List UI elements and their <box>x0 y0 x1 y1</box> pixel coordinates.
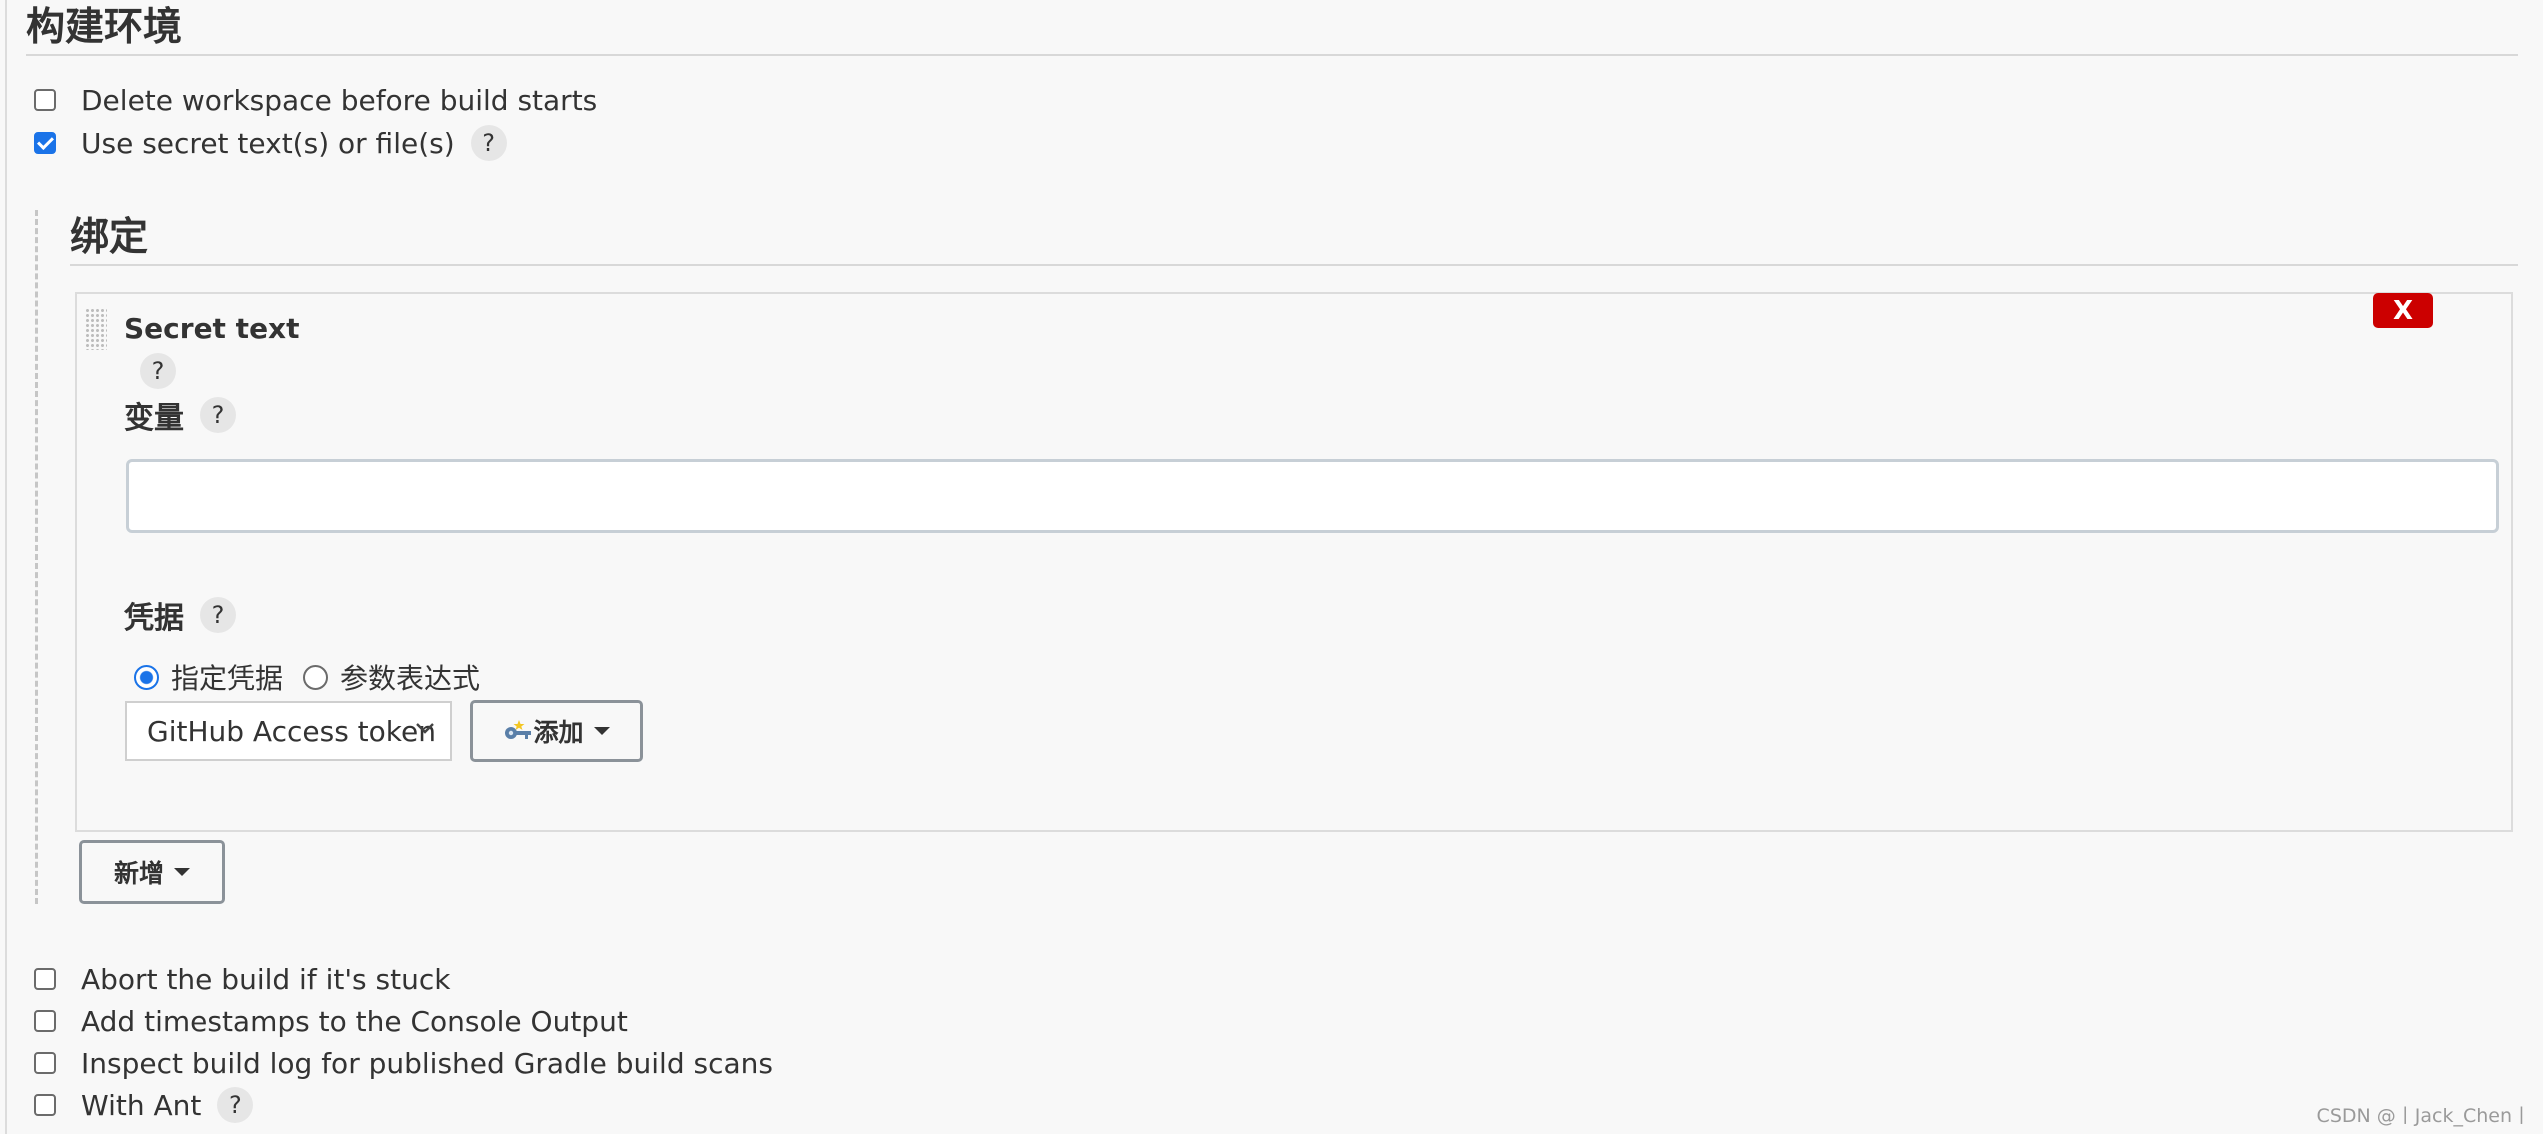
new-binding-button[interactable]: 新增 <box>79 840 225 904</box>
variable-input[interactable] <box>126 459 2499 533</box>
help-icon[interactable]: ? <box>140 353 176 389</box>
checkbox-timestamps[interactable] <box>34 1010 56 1032</box>
credentials-label: 凭据 <box>124 601 184 636</box>
delete-binding-button[interactable]: X <box>2373 293 2433 328</box>
bindings-divider <box>70 264 2518 266</box>
credential-select[interactable]: GitHub Access token <box>125 701 452 761</box>
bindings-indent-marker <box>35 210 38 904</box>
checkbox-with-ant[interactable] <box>34 1094 56 1116</box>
radio-label[interactable]: 指定凭据 <box>171 657 283 697</box>
section-divider <box>26 54 2518 56</box>
option-timestamps[interactable]: Add timestamps to the Console Output <box>34 1001 628 1041</box>
option-use-secret[interactable]: Use secret text(s) or file(s) ? <box>34 123 507 163</box>
variable-label-row: 变量 ? <box>124 393 236 437</box>
option-label: Inspect build log for published Gradle b… <box>81 1046 773 1080</box>
option-label: Delete workspace before build starts <box>81 83 598 117</box>
radio-specific-credential[interactable] <box>134 664 159 690</box>
option-label: With Ant <box>81 1088 202 1122</box>
help-icon[interactable]: ? <box>200 597 236 633</box>
option-with-ant[interactable]: With Ant ? <box>34 1085 254 1125</box>
new-binding-label: 新增 <box>113 859 164 888</box>
caret-down-icon <box>174 868 190 876</box>
binding-item-title: Secret text <box>124 312 300 345</box>
option-label: Add timestamps to the Console Output <box>81 1004 628 1038</box>
variable-label: 变量 <box>124 401 184 436</box>
help-icon[interactable]: ? <box>217 1087 254 1123</box>
help-icon[interactable]: ? <box>470 125 507 161</box>
radio-parameter-expression[interactable] <box>303 664 329 690</box>
drag-handle-icon[interactable] <box>85 308 107 350</box>
bindings-title: 绑定 <box>70 215 149 260</box>
option-label: Abort the build if it's stuck <box>81 962 451 996</box>
key-icon <box>505 720 532 739</box>
credential-select-value: GitHub Access token <box>147 714 436 748</box>
checkbox-use-secret[interactable] <box>34 132 56 154</box>
add-credential-label: 添加 <box>533 718 584 747</box>
option-gradle-scans[interactable]: Inspect build log for published Gradle b… <box>34 1043 773 1083</box>
page-left-border <box>5 0 7 1134</box>
help-icon[interactable]: ? <box>200 397 236 433</box>
caret-down-icon <box>593 727 610 735</box>
credentials-label-row: 凭据 ? <box>124 593 236 637</box>
credentials-mode-radio-group: 指定凭据 参数表达式 <box>134 655 500 699</box>
option-delete-workspace[interactable]: Delete workspace before build starts <box>34 80 597 120</box>
checkbox-gradle-scans[interactable] <box>34 1052 56 1074</box>
chevron-down-icon <box>416 723 434 734</box>
checkbox-delete-workspace[interactable] <box>34 89 56 111</box>
option-label: Use secret text(s) or file(s) <box>81 126 455 160</box>
radio-label[interactable]: 参数表达式 <box>340 657 480 697</box>
watermark: CSDN @丨Jack_Chen丨 <box>2316 1105 2531 1127</box>
option-abort-stuck[interactable]: Abort the build if it's stuck <box>34 959 450 999</box>
checkbox-abort-stuck[interactable] <box>34 968 56 990</box>
section-title: 构建环境 <box>26 5 183 50</box>
add-credential-button[interactable]: 添加 <box>470 700 643 762</box>
